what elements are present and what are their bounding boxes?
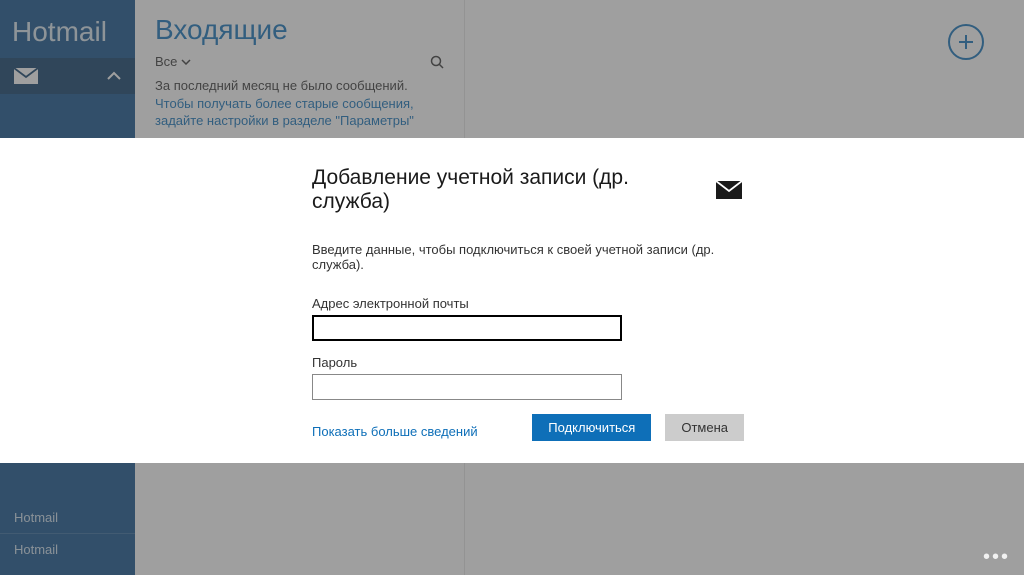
more-options-icon[interactable]: ••• xyxy=(983,546,1010,569)
email-field[interactable] xyxy=(312,315,622,341)
email-label: Адрес электронной почты xyxy=(312,296,742,311)
add-account-dialog: Добавление учетной записи (др. служба) В… xyxy=(0,138,1024,463)
show-more-link[interactable]: Показать больше сведений xyxy=(312,424,478,439)
dialog-instructions: Введите данные, чтобы подключиться к сво… xyxy=(312,242,742,272)
password-label: Пароль xyxy=(312,355,742,370)
cancel-button[interactable]: Отмена xyxy=(665,414,744,441)
password-field[interactable] xyxy=(312,374,622,400)
dialog-title: Добавление учетной записи (др. служба) xyxy=(312,166,696,214)
mail-icon xyxy=(716,181,742,199)
connect-button[interactable]: Подключиться xyxy=(532,414,651,441)
